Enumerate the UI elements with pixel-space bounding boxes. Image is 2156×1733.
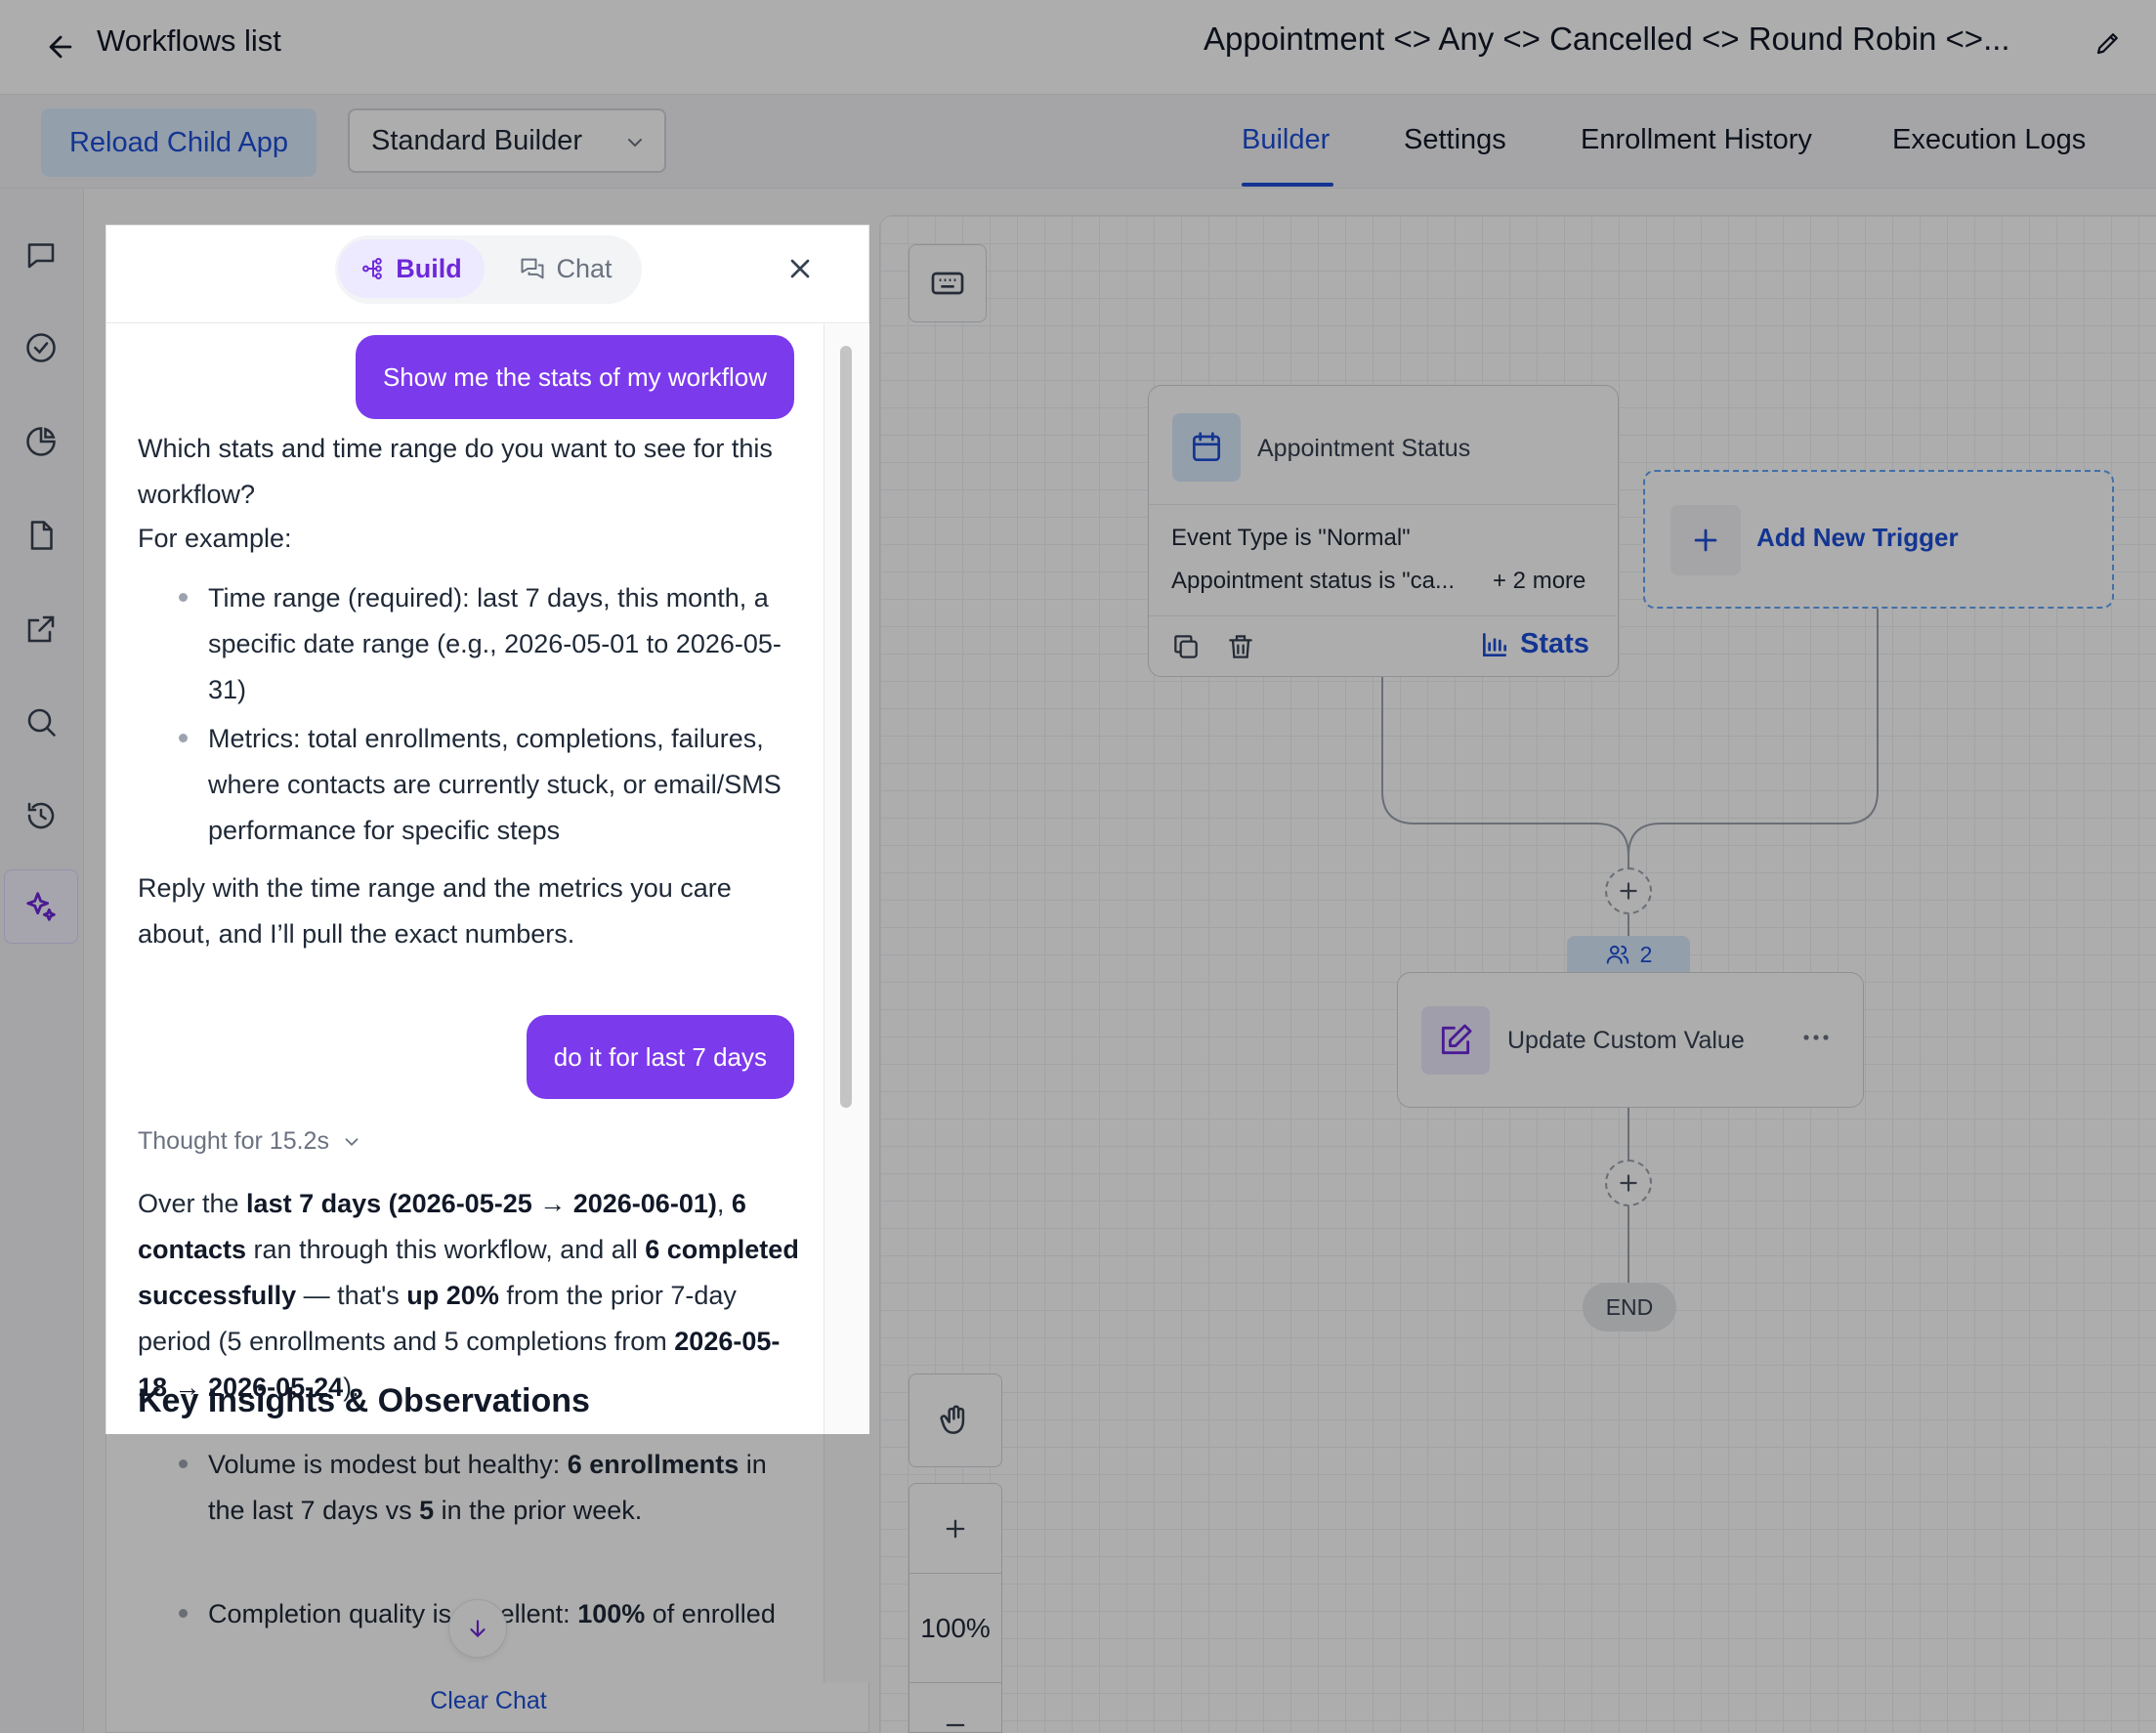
add-new-trigger-label: Add New Trigger bbox=[1756, 523, 1959, 552]
more-options-icon[interactable] bbox=[1800, 1028, 1832, 1052]
list-item-text: Metrics: total enrollments, completions,… bbox=[208, 724, 782, 845]
zoom-controls: 100% bbox=[909, 1483, 1002, 1733]
calendar-icon bbox=[1172, 413, 1241, 482]
scroll-down-arrow-icon[interactable] bbox=[448, 1599, 507, 1658]
build-mode-button[interactable]: Build bbox=[338, 239, 485, 298]
insights-heading: Key Insights & Observations bbox=[138, 1382, 590, 1419]
user-message: Show me the stats of my workflow bbox=[355, 335, 794, 419]
divider bbox=[1149, 615, 1617, 616]
chat-bubbles-icon bbox=[521, 258, 544, 279]
hand-pan-icon[interactable] bbox=[909, 1374, 1002, 1467]
plus-icon bbox=[1670, 505, 1741, 575]
bar-chart-icon bbox=[1483, 632, 1506, 656]
end-node: END bbox=[1583, 1283, 1676, 1331]
scrollbar[interactable] bbox=[824, 324, 870, 1682]
zoom-level: 100% bbox=[909, 1574, 1001, 1683]
contacts-count: 2 bbox=[1639, 941, 1653, 967]
list-item: Metrics: total enrollments, completions,… bbox=[179, 716, 794, 854]
add-new-trigger-button[interactable]: Add New Trigger bbox=[1643, 470, 2114, 609]
panel-header: Build Chat bbox=[106, 226, 870, 323]
trigger-title: Appointment Status bbox=[1257, 435, 1471, 462]
build-mode-label: Build bbox=[396, 253, 462, 283]
stats-button[interactable]: Stats bbox=[1479, 628, 1589, 660]
chat-mode-button[interactable]: Chat bbox=[497, 239, 634, 298]
add-step-plus-icon[interactable] bbox=[1605, 1160, 1652, 1206]
trigger-filter-2: Appointment status is "ca... bbox=[1171, 568, 1455, 594]
edit-square-icon bbox=[1421, 1006, 1490, 1075]
trigger-node[interactable]: Appointment Status Event Type is "Normal… bbox=[1148, 385, 1619, 677]
action-node[interactable]: Update Custom Value bbox=[1397, 972, 1864, 1108]
list-item-text: Time range (required): last 7 days, this… bbox=[208, 583, 782, 704]
copy-icon[interactable] bbox=[1170, 631, 1202, 667]
list-item: Time range (required): last 7 days, this… bbox=[179, 575, 794, 713]
trash-icon[interactable] bbox=[1225, 631, 1256, 667]
chat-mode-label: Chat bbox=[556, 253, 613, 283]
user-message: do it for last 7 days bbox=[526, 1015, 794, 1099]
zoom-out-icon[interactable] bbox=[909, 1683, 1001, 1732]
users-icon bbox=[1606, 945, 1628, 964]
clear-chat-button[interactable]: Clear Chat bbox=[106, 1687, 870, 1715]
stats-label: Stats bbox=[1520, 628, 1589, 659]
mode-toggle: Build Chat bbox=[335, 235, 642, 304]
contacts-count-badge[interactable]: 2 bbox=[1567, 936, 1690, 973]
close-icon[interactable] bbox=[779, 247, 822, 290]
add-step-plus-icon[interactable] bbox=[1605, 867, 1652, 914]
ai-assistant-panel: Build Chat Show me the stats of my workf… bbox=[106, 225, 870, 1733]
assistant-message-text: Which stats and time range do you want t… bbox=[138, 434, 773, 509]
action-title: Update Custom Value bbox=[1507, 1027, 1745, 1054]
assistant-message-text: For example: bbox=[138, 524, 292, 553]
chat-messages[interactable]: Show me the stats of my workflow Which s… bbox=[106, 324, 824, 1682]
divider bbox=[1149, 504, 1617, 505]
chevron-down-icon bbox=[345, 1137, 359, 1146]
thought-toggle[interactable]: Thought for 15.2s bbox=[138, 1127, 362, 1156]
list-item: Volume is modest but healthy: 6 enrollme… bbox=[179, 1442, 794, 1534]
assistant-message-text: Reply with the time range and the metric… bbox=[138, 873, 732, 949]
trigger-filter-1: Event Type is "Normal" bbox=[1171, 525, 1411, 551]
zoom-in-icon[interactable] bbox=[909, 1484, 1001, 1574]
trigger-more-filters[interactable]: + 2 more bbox=[1493, 568, 1585, 595]
assistant-stats-summary: Over the last 7 days (2026-05-25 → 2026-… bbox=[138, 1189, 799, 1402]
thought-label: Thought for 15.2s bbox=[138, 1127, 329, 1155]
scrollbar-thumb[interactable] bbox=[840, 346, 852, 1108]
workflow-icon bbox=[362, 258, 383, 279]
